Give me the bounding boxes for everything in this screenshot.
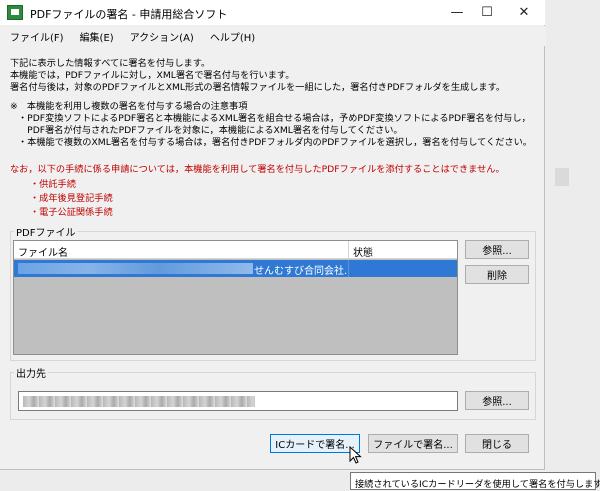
notes-item-1b: PDF署名が付与されたPDFファイルを対象に，本機能によるXML署名を付与してく…: [18, 125, 403, 136]
column-divider[interactable]: [348, 241, 349, 259]
background-area-bottom: [0, 471, 350, 491]
output-group-label: 出力先: [14, 365, 48, 380]
filename-visible-text: せんむすび合同会社...: [254, 266, 354, 277]
intro-line-3: 署名付与後は，対象のPDFファイルとXML形式の署名情報ファイルを一組にした，署…: [10, 82, 506, 93]
menu-file[interactable]: ファイル(F): [4, 29, 70, 44]
output-browse-button[interactable]: 参照...: [465, 391, 529, 410]
table-row[interactable]: せんむすび合同会社...: [14, 260, 457, 277]
menu-edit[interactable]: 編集(E): [74, 29, 120, 44]
column-status[interactable]: 状態: [353, 244, 373, 259]
redacted-filename: [18, 263, 253, 274]
close-window-button[interactable]: ✕: [505, 0, 543, 25]
dialog-window: PDFファイルの署名 - 申請用総合ソフト — ☐ ✕ ファイル(F) 編集(E…: [0, 0, 545, 470]
pdf-file-list[interactable]: ファイル名 状態 せんむすび合同会社...: [13, 240, 458, 355]
column-filename[interactable]: ファイル名: [18, 244, 68, 259]
app-icon: [7, 5, 23, 20]
background-fragment: [555, 168, 569, 186]
close-button[interactable]: 閉じる: [465, 434, 529, 453]
status-cell: [348, 260, 457, 277]
menu-bar: ファイル(F) 編集(E) アクション(A) ヘルプ(H): [0, 26, 545, 46]
maximize-button[interactable]: ☐: [468, 0, 506, 25]
pdf-browse-button[interactable]: 参照...: [465, 240, 529, 259]
notes-item-2: ・本機能で複数のXML署名を付与する場合は，署名付きPDFフォルダ内のPDFファ…: [18, 137, 532, 148]
mouse-pointer-icon: [349, 446, 362, 464]
menu-action[interactable]: アクション(A): [124, 29, 200, 44]
warning-item-2: ・成年後見登記手続: [30, 193, 113, 204]
delete-button[interactable]: 削除: [465, 265, 529, 284]
warning-text: なお，以下の手続に係る申請については，本機能を利用して署名を付与したPDFファイ…: [10, 164, 505, 175]
ic-card-sign-button[interactable]: ICカードで署名...: [270, 434, 360, 453]
background-area: [546, 0, 600, 491]
intro-line-1: 下記に表示した情報すべてに署名を付与します。: [10, 58, 211, 69]
list-header: ファイル名 状態: [14, 241, 457, 259]
notes-item-1a: ・PDF変換ソフトによるPDF署名と本機能によるXML署名を組合せる場合は，予め…: [18, 113, 531, 124]
tooltip: 接続されているICカードリーダを使用して署名を付与します。: [350, 472, 600, 490]
warning-item-3: ・電子公証関係手続: [30, 207, 113, 218]
output-path-field[interactable]: [18, 391, 458, 411]
window-title: PDFファイルの署名 - 申請用総合ソフト: [30, 8, 228, 21]
warning-item-1: ・供託手続: [30, 179, 76, 190]
redacted-output-path: [23, 396, 255, 407]
pdf-group-label: PDFファイル: [14, 224, 78, 239]
file-sign-button[interactable]: ファイルで署名...: [368, 434, 458, 453]
notes-heading: ※ 本機能を利用し複数の署名を付与する場合の注意事項: [10, 101, 248, 112]
title-bar[interactable]: PDFファイルの署名 - 申請用総合ソフト — ☐ ✕: [0, 0, 545, 25]
menu-help[interactable]: ヘルプ(H): [204, 29, 261, 44]
intro-line-2: 本機能では，PDFファイルに対し，XML署名で署名付与を行います。: [10, 70, 295, 81]
